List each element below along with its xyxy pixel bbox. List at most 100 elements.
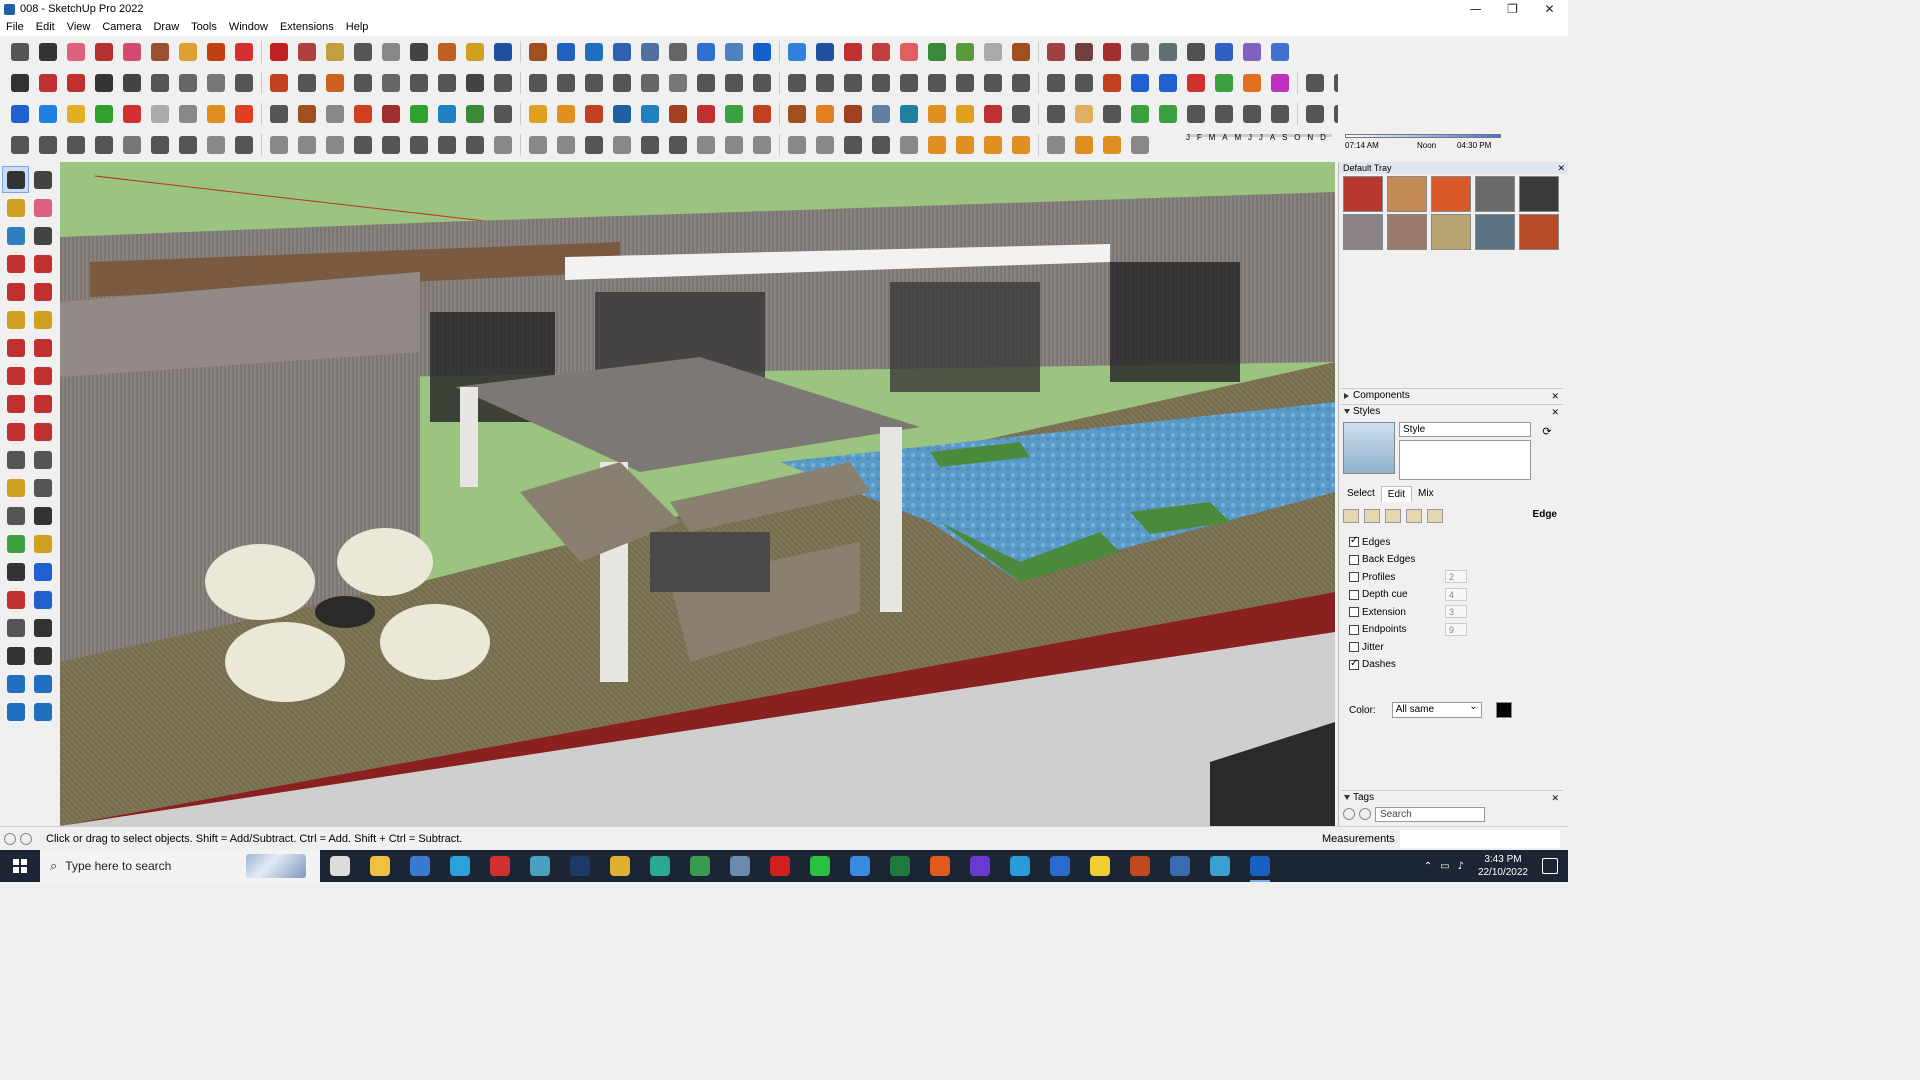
toolbar-button[interactable] xyxy=(1266,69,1294,97)
toolbar-button[interactable] xyxy=(1070,100,1098,128)
toolbar-button[interactable] xyxy=(1098,131,1126,159)
taskbar-app-button[interactable] xyxy=(600,850,640,882)
start-button[interactable] xyxy=(0,850,40,882)
toolbar-button[interactable] xyxy=(1329,100,1338,128)
tab-select[interactable]: Select xyxy=(1341,486,1381,502)
toolbar-button[interactable] xyxy=(34,131,62,159)
toolbar-button[interactable] xyxy=(951,38,979,66)
taskbar-app-button[interactable] xyxy=(1080,850,1120,882)
taskbar-app-button[interactable] xyxy=(880,850,920,882)
measurements-input[interactable] xyxy=(1400,830,1560,848)
toolbar-button[interactable] xyxy=(1266,38,1294,66)
close-icon[interactable]: ✕ xyxy=(1551,405,1559,419)
toolbar-button[interactable] xyxy=(636,69,664,97)
toolbar-button[interactable] xyxy=(489,100,517,128)
edge-option-checkbox[interactable] xyxy=(1349,624,1359,635)
taskbar-search[interactable]: ⌕ Type here to search xyxy=(40,850,320,882)
menu-window[interactable]: Window xyxy=(223,18,274,36)
tool-button[interactable] xyxy=(29,222,56,249)
update-style-icon[interactable]: ⟳ xyxy=(1537,422,1557,442)
geolocation-icon[interactable] xyxy=(4,832,16,845)
toolbar-button[interactable] xyxy=(321,131,349,159)
tab-mix[interactable]: Mix xyxy=(1412,486,1440,502)
tool-button[interactable] xyxy=(29,278,56,305)
toolbar-button[interactable] xyxy=(524,69,552,97)
toolbar-button[interactable] xyxy=(1329,69,1338,97)
toolbar-button[interactable] xyxy=(552,131,580,159)
toolbar-button[interactable] xyxy=(636,131,664,159)
menu-extensions[interactable]: Extensions xyxy=(274,18,340,36)
add-folder-icon[interactable] xyxy=(1359,808,1371,820)
toolbar-button[interactable] xyxy=(90,131,118,159)
edge-option-value[interactable]: 3 xyxy=(1445,605,1467,618)
edge-option-checkbox[interactable] xyxy=(1349,607,1359,617)
edge-option-checkbox[interactable] xyxy=(1349,572,1359,582)
toolbar-button[interactable] xyxy=(265,38,293,66)
toolbar-button[interactable] xyxy=(1210,38,1238,66)
minimize-button[interactable]: — xyxy=(1457,0,1494,18)
toolbar-button[interactable] xyxy=(580,38,608,66)
tool-button[interactable] xyxy=(2,474,29,501)
toolbar-button[interactable] xyxy=(580,69,608,97)
toolbar-button[interactable] xyxy=(118,100,146,128)
toolbar-button[interactable] xyxy=(524,131,552,159)
toolbar-button[interactable] xyxy=(979,100,1007,128)
toolbar-button[interactable] xyxy=(867,131,895,159)
toolbar-button[interactable] xyxy=(895,69,923,97)
toolbar-button[interactable] xyxy=(923,100,951,128)
toolbar-button[interactable] xyxy=(748,100,776,128)
taskbar-app-button[interactable] xyxy=(360,850,400,882)
taskbar-app-button[interactable] xyxy=(680,850,720,882)
taskbar-app-button[interactable] xyxy=(400,850,440,882)
toolbar-button[interactable] xyxy=(62,100,90,128)
toolbar-button[interactable] xyxy=(377,100,405,128)
toolbar-button[interactable] xyxy=(202,131,230,159)
taskbar-app-button[interactable] xyxy=(800,850,840,882)
toolbar-button[interactable] xyxy=(433,38,461,66)
toolbar-button[interactable] xyxy=(202,100,230,128)
toolbar-button[interactable] xyxy=(720,100,748,128)
toolbar-button[interactable] xyxy=(1070,38,1098,66)
toolbar-button[interactable] xyxy=(174,38,202,66)
toolbar-button[interactable] xyxy=(1238,38,1266,66)
toolbar-button[interactable] xyxy=(580,100,608,128)
toolbar-button[interactable] xyxy=(839,100,867,128)
toolbar-button[interactable] xyxy=(146,38,174,66)
toolbar-button[interactable] xyxy=(349,69,377,97)
tool-button[interactable] xyxy=(2,306,29,333)
toolbar-button[interactable] xyxy=(489,38,517,66)
tags-search-input[interactable]: Search xyxy=(1375,806,1485,822)
tool-button[interactable] xyxy=(29,642,56,669)
toolbar-button[interactable] xyxy=(6,38,34,66)
toolbar-button[interactable] xyxy=(265,69,293,97)
material-swatch[interactable] xyxy=(1343,176,1383,212)
toolbar-button[interactable] xyxy=(552,69,580,97)
toolbar-button[interactable] xyxy=(811,131,839,159)
toolbar-button[interactable] xyxy=(692,69,720,97)
edge-option-checkbox[interactable] xyxy=(1349,535,1359,547)
toolbar-button[interactable] xyxy=(230,69,258,97)
edge-option-checkbox[interactable] xyxy=(1349,589,1359,600)
notification-icon[interactable] xyxy=(1542,858,1558,874)
toolbar-button[interactable] xyxy=(720,131,748,159)
toolbar-button[interactable] xyxy=(636,100,664,128)
toolbar-button[interactable] xyxy=(293,131,321,159)
tool-button[interactable] xyxy=(2,390,29,417)
toolbar-button[interactable] xyxy=(692,38,720,66)
material-swatch[interactable] xyxy=(1431,176,1471,212)
toolbar-button[interactable] xyxy=(1098,38,1126,66)
taskbar-app-button[interactable] xyxy=(1240,850,1280,882)
toolbar-button[interactable] xyxy=(839,131,867,159)
menu-draw[interactable]: Draw xyxy=(147,18,185,36)
chevron-up-icon[interactable]: ⌃ xyxy=(1424,861,1432,872)
edge-option-checkbox[interactable] xyxy=(1349,642,1359,652)
tool-button[interactable] xyxy=(2,362,29,389)
material-swatch[interactable] xyxy=(1343,214,1383,250)
toolbar-button[interactable] xyxy=(692,131,720,159)
toolbar-button[interactable] xyxy=(1182,100,1210,128)
toolbar-button[interactable] xyxy=(405,100,433,128)
taskbar-app-button[interactable] xyxy=(1120,850,1160,882)
toolbar-button[interactable] xyxy=(202,38,230,66)
toolbar-button[interactable] xyxy=(720,69,748,97)
toolbar-button[interactable] xyxy=(748,131,776,159)
